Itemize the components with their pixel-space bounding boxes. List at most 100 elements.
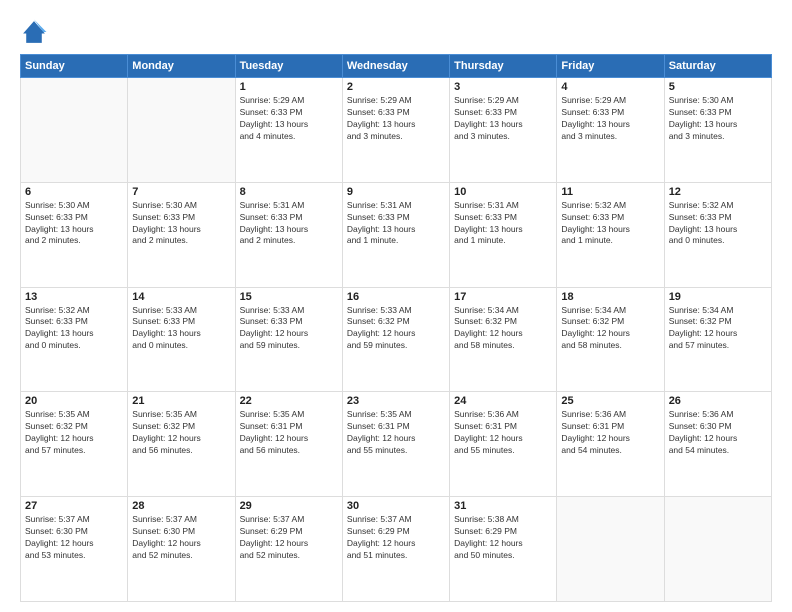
day-number: 14: [132, 291, 230, 303]
day-cell: 3 Sunrise: 5:29 AM Sunset: 6:33 PM Daylig…: [450, 78, 557, 183]
day-number: 20: [25, 395, 123, 407]
day-number: 23: [347, 395, 445, 407]
week-row-5: 27 Sunrise: 5:37 AM Sunset: 6:30 PM Dayli…: [21, 497, 772, 602]
weekday-header-saturday: Saturday: [664, 55, 771, 78]
day-number: 27: [25, 500, 123, 512]
day-number: 26: [669, 395, 767, 407]
day-info: Sunrise: 5:29 AM Sunset: 6:33 PM Dayligh…: [347, 95, 445, 143]
week-row-3: 13Sunrise: 5:32 AM Sunset: 6:33 PM Dayli…: [21, 287, 772, 392]
day-info: Sunrise: 5:31 AM Sunset: 6:33 PM Dayligh…: [240, 200, 338, 248]
day-cell: 10Sunrise: 5:31 AM Sunset: 6:33 PM Dayli…: [450, 182, 557, 287]
day-number: 21: [132, 395, 230, 407]
page: SundayMondayTuesdayWednesdayThursdayFrid…: [0, 0, 792, 612]
day-cell: 24 Sunrise: 5:36 AM Sunset: 6:31 PM Dayli…: [450, 392, 557, 497]
day-info: Sunrise: 5:33 AM Sunset: 6:33 PM Dayligh…: [132, 305, 230, 353]
day-cell: 5 Sunrise: 5:30 AM Sunset: 6:33 PM Daylig…: [664, 78, 771, 183]
day-cell: 1Sunrise: 5:29 AM Sunset: 6:33 PM Daylig…: [235, 78, 342, 183]
calendar-table: SundayMondayTuesdayWednesdayThursdayFrid…: [20, 54, 772, 602]
day-number: 18: [561, 291, 659, 303]
day-cell: 2 Sunrise: 5:29 AM Sunset: 6:33 PM Daylig…: [342, 78, 449, 183]
day-number: 17: [454, 291, 552, 303]
day-cell: 23 Sunrise: 5:35 AM Sunset: 6:31 PM Dayli…: [342, 392, 449, 497]
weekday-header-row: SundayMondayTuesdayWednesdayThursdayFrid…: [21, 55, 772, 78]
logo-icon: [20, 18, 48, 46]
weekday-header-sunday: Sunday: [21, 55, 128, 78]
weekday-header-wednesday: Wednesday: [342, 55, 449, 78]
day-info: Sunrise: 5:37 AM Sunset: 6:30 PM Dayligh…: [25, 514, 123, 562]
day-info: Sunrise: 5:32 AM Sunset: 6:33 PM Dayligh…: [561, 200, 659, 248]
day-number: 31: [454, 500, 552, 512]
week-row-4: 20 Sunrise: 5:35 AM Sunset: 6:32 PM Dayli…: [21, 392, 772, 497]
day-info: Sunrise: 5:35 AM Sunset: 6:32 PM Dayligh…: [132, 409, 230, 457]
day-info: Sunrise: 5:35 AM Sunset: 6:31 PM Dayligh…: [347, 409, 445, 457]
day-cell: 22Sunrise: 5:35 AM Sunset: 6:31 PM Dayli…: [235, 392, 342, 497]
day-info: Sunrise: 5:30 AM Sunset: 6:33 PM Dayligh…: [25, 200, 123, 248]
day-number: 24: [454, 395, 552, 407]
day-number: 16: [347, 291, 445, 303]
day-cell: 18 Sunrise: 5:34 AM Sunset: 6:32 PM Dayli…: [557, 287, 664, 392]
day-number: 3: [454, 81, 552, 93]
day-cell: 20 Sunrise: 5:35 AM Sunset: 6:32 PM Dayli…: [21, 392, 128, 497]
day-cell: 21 Sunrise: 5:35 AM Sunset: 6:32 PM Dayli…: [128, 392, 235, 497]
day-cell: 15 Sunrise: 5:33 AM Sunset: 6:33 PM Dayli…: [235, 287, 342, 392]
day-number: 1: [240, 81, 338, 93]
day-info: Sunrise: 5:30 AM Sunset: 6:33 PM Dayligh…: [669, 95, 767, 143]
day-cell: [128, 78, 235, 183]
day-cell: 9 Sunrise: 5:31 AM Sunset: 6:33 PM Daylig…: [342, 182, 449, 287]
day-info: Sunrise: 5:37 AM Sunset: 6:30 PM Dayligh…: [132, 514, 230, 562]
day-info: Sunrise: 5:33 AM Sunset: 6:32 PM Dayligh…: [347, 305, 445, 353]
day-cell: 27 Sunrise: 5:37 AM Sunset: 6:30 PM Dayli…: [21, 497, 128, 602]
day-number: 15: [240, 291, 338, 303]
day-number: 5: [669, 81, 767, 93]
day-cell: 12Sunrise: 5:32 AM Sunset: 6:33 PM Dayli…: [664, 182, 771, 287]
day-cell: [557, 497, 664, 602]
day-cell: 13Sunrise: 5:32 AM Sunset: 6:33 PM Dayli…: [21, 287, 128, 392]
day-info: Sunrise: 5:29 AM Sunset: 6:33 PM Dayligh…: [454, 95, 552, 143]
day-number: 25: [561, 395, 659, 407]
day-info: Sunrise: 5:29 AM Sunset: 6:33 PM Dayligh…: [561, 95, 659, 143]
day-cell: 4 Sunrise: 5:29 AM Sunset: 6:33 PM Daylig…: [557, 78, 664, 183]
day-number: 6: [25, 186, 123, 198]
day-number: 29: [240, 500, 338, 512]
day-number: 4: [561, 81, 659, 93]
weekday-header-friday: Friday: [557, 55, 664, 78]
day-number: 19: [669, 291, 767, 303]
logo: [20, 18, 52, 46]
day-number: 2: [347, 81, 445, 93]
day-cell: 19 Sunrise: 5:34 AM Sunset: 6:32 PM Dayli…: [664, 287, 771, 392]
day-info: Sunrise: 5:37 AM Sunset: 6:29 PM Dayligh…: [240, 514, 338, 562]
day-cell: 17 Sunrise: 5:34 AM Sunset: 6:32 PM Dayli…: [450, 287, 557, 392]
day-info: Sunrise: 5:37 AM Sunset: 6:29 PM Dayligh…: [347, 514, 445, 562]
day-info: Sunrise: 5:32 AM Sunset: 6:33 PM Dayligh…: [25, 305, 123, 353]
day-cell: 31 Sunrise: 5:38 AM Sunset: 6:29 PM Dayli…: [450, 497, 557, 602]
day-cell: 7 Sunrise: 5:30 AM Sunset: 6:33 PM Daylig…: [128, 182, 235, 287]
day-info: Sunrise: 5:36 AM Sunset: 6:30 PM Dayligh…: [669, 409, 767, 457]
day-info: Sunrise: 5:34 AM Sunset: 6:32 PM Dayligh…: [669, 305, 767, 353]
day-info: Sunrise: 5:38 AM Sunset: 6:29 PM Dayligh…: [454, 514, 552, 562]
weekday-header-thursday: Thursday: [450, 55, 557, 78]
day-cell: 28 Sunrise: 5:37 AM Sunset: 6:30 PM Dayli…: [128, 497, 235, 602]
day-info: Sunrise: 5:31 AM Sunset: 6:33 PM Dayligh…: [347, 200, 445, 248]
day-number: 7: [132, 186, 230, 198]
day-cell: 6 Sunrise: 5:30 AM Sunset: 6:33 PM Daylig…: [21, 182, 128, 287]
day-number: 11: [561, 186, 659, 198]
day-number: 8: [240, 186, 338, 198]
day-number: 28: [132, 500, 230, 512]
day-info: Sunrise: 5:36 AM Sunset: 6:31 PM Dayligh…: [454, 409, 552, 457]
day-number: 10: [454, 186, 552, 198]
day-cell: 25 Sunrise: 5:36 AM Sunset: 6:31 PM Dayli…: [557, 392, 664, 497]
day-info: Sunrise: 5:35 AM Sunset: 6:32 PM Dayligh…: [25, 409, 123, 457]
week-row-1: 1 Sunrise: 5:29 AM Sunset: 6:33 PM Daylig…: [21, 78, 772, 183]
day-info: Sunrise: 5:30 AM Sunset: 6:33 PM Dayligh…: [132, 200, 230, 248]
day-number: 9: [347, 186, 445, 198]
day-info: Sunrise: 5:34 AM Sunset: 6:32 PM Dayligh…: [561, 305, 659, 353]
day-info: Sunrise: 5:35 AM Sunset: 6:31 PM Dayligh…: [240, 409, 338, 457]
day-info: Sunrise: 5:33 AM Sunset: 6:33 PM Dayligh…: [240, 305, 338, 353]
day-cell: 29 Sunrise: 5:37 AM Sunset: 6:29 PM Dayli…: [235, 497, 342, 602]
day-cell: 14 Sunrise: 5:33 AM Sunset: 6:33 PM Dayli…: [128, 287, 235, 392]
day-cell: 8 Sunrise: 5:31 AM Sunset: 6:33 PM Daylig…: [235, 182, 342, 287]
day-info: Sunrise: 5:34 AM Sunset: 6:32 PM Dayligh…: [454, 305, 552, 353]
day-info: Sunrise: 5:36 AM Sunset: 6:31 PM Dayligh…: [561, 409, 659, 457]
day-cell: 30Sunrise: 5:37 AM Sunset: 6:29 PM Dayli…: [342, 497, 449, 602]
day-cell: 11 Sunrise: 5:32 AM Sunset: 6:33 PM Dayli…: [557, 182, 664, 287]
